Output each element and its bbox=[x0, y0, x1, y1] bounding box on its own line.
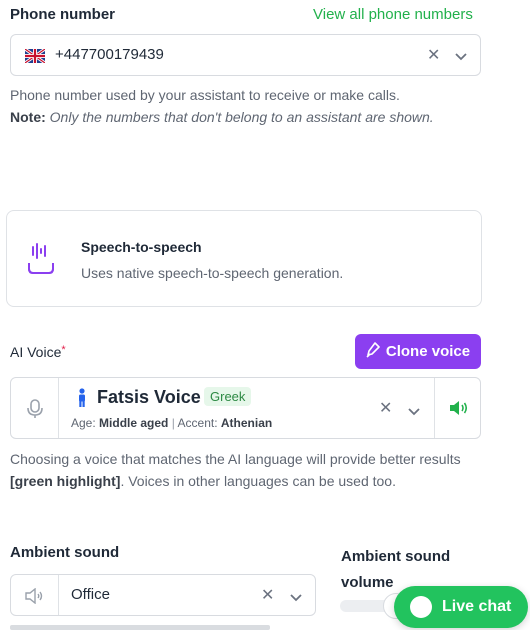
ai-voice-label-text: AI Voice bbox=[10, 344, 62, 360]
ambient-divider bbox=[58, 575, 59, 615]
voice-chevron-down-icon[interactable] bbox=[408, 404, 420, 422]
clear-voice-icon[interactable]: ✕ bbox=[379, 398, 392, 418]
speech-to-speech-description: Uses native speech-to-speech generation. bbox=[81, 265, 344, 281]
voice-divider-right bbox=[434, 378, 435, 438]
clear-ambient-icon[interactable]: ✕ bbox=[261, 585, 274, 605]
ambient-sound-label: Ambient sound bbox=[10, 544, 120, 561]
ambient-sound-value: Office bbox=[71, 586, 110, 603]
ambient-chevron-down-icon[interactable] bbox=[290, 590, 302, 608]
phone-help-text: Phone number used by your assistant to r… bbox=[10, 84, 480, 128]
phone-number-label: Phone number bbox=[10, 6, 116, 23]
speaker-play-icon[interactable] bbox=[449, 400, 469, 421]
voice-name: Fatsis Voice bbox=[97, 387, 201, 407]
phone-help-main: Phone number used by your assistant to r… bbox=[10, 87, 400, 103]
voice-meta: Age: Middle aged | Accent: Athenian bbox=[71, 416, 272, 430]
phone-number-select[interactable]: +447700179439 ✕ bbox=[10, 34, 481, 76]
required-mark: * bbox=[61, 344, 66, 356]
chevron-down-icon[interactable] bbox=[455, 49, 467, 67]
mic-icon bbox=[27, 399, 43, 424]
microphone-icon bbox=[366, 341, 380, 362]
voice-help-highlight: [green highlight] bbox=[10, 473, 121, 489]
live-chat-label: Live chat bbox=[442, 598, 512, 615]
voice-help-text: Choosing a voice that matches the AI lan… bbox=[10, 448, 480, 492]
phone-number-value: +447700179439 bbox=[55, 46, 164, 63]
voice-help-part1: Choosing a voice that matches the AI lan… bbox=[10, 451, 461, 467]
view-all-phone-numbers-link[interactable]: View all phone numbers bbox=[313, 6, 473, 23]
phone-note-text: Only the numbers that don't belong to an… bbox=[49, 109, 434, 125]
meta-separator: | bbox=[171, 416, 175, 430]
ambient-sound-select[interactable]: Office ✕ bbox=[10, 574, 316, 616]
cutoff-help-text bbox=[10, 625, 270, 630]
live-chat-button[interactable]: Live chat bbox=[394, 586, 528, 628]
voice-select[interactable]: Fatsis Voice Greek Age: Middle aged | Ac… bbox=[10, 377, 481, 439]
clone-voice-button[interactable]: Clone voice bbox=[355, 334, 481, 369]
ai-voice-label: AI Voice* bbox=[10, 344, 66, 360]
ambient-volume-label-line2: volume bbox=[341, 574, 394, 591]
voice-divider-left bbox=[58, 378, 59, 438]
person-icon bbox=[77, 388, 87, 413]
uk-flag-icon bbox=[24, 47, 46, 65]
ambient-volume-label-line1: Ambient sound bbox=[341, 548, 451, 565]
speech-icon bbox=[23, 241, 59, 277]
speech-to-speech-title: Speech-to-speech bbox=[81, 239, 202, 255]
age-value: Middle aged bbox=[99, 416, 169, 430]
age-label: Age: bbox=[71, 416, 96, 430]
phone-note-label: Note: bbox=[10, 109, 46, 125]
speaker-icon bbox=[25, 587, 45, 609]
accent-label: Accent: bbox=[177, 416, 218, 430]
voice-help-part2: . Voices in other languages can be used … bbox=[120, 473, 396, 489]
chat-bubble-icon bbox=[410, 596, 432, 618]
clear-icon[interactable]: ✕ bbox=[427, 45, 440, 65]
speech-to-speech-card[interactable]: Speech-to-speech Uses native speech-to-s… bbox=[6, 210, 482, 307]
language-tag: Greek bbox=[204, 387, 252, 406]
accent-value: Athenian bbox=[220, 416, 273, 430]
clone-voice-label: Clone voice bbox=[385, 343, 471, 360]
